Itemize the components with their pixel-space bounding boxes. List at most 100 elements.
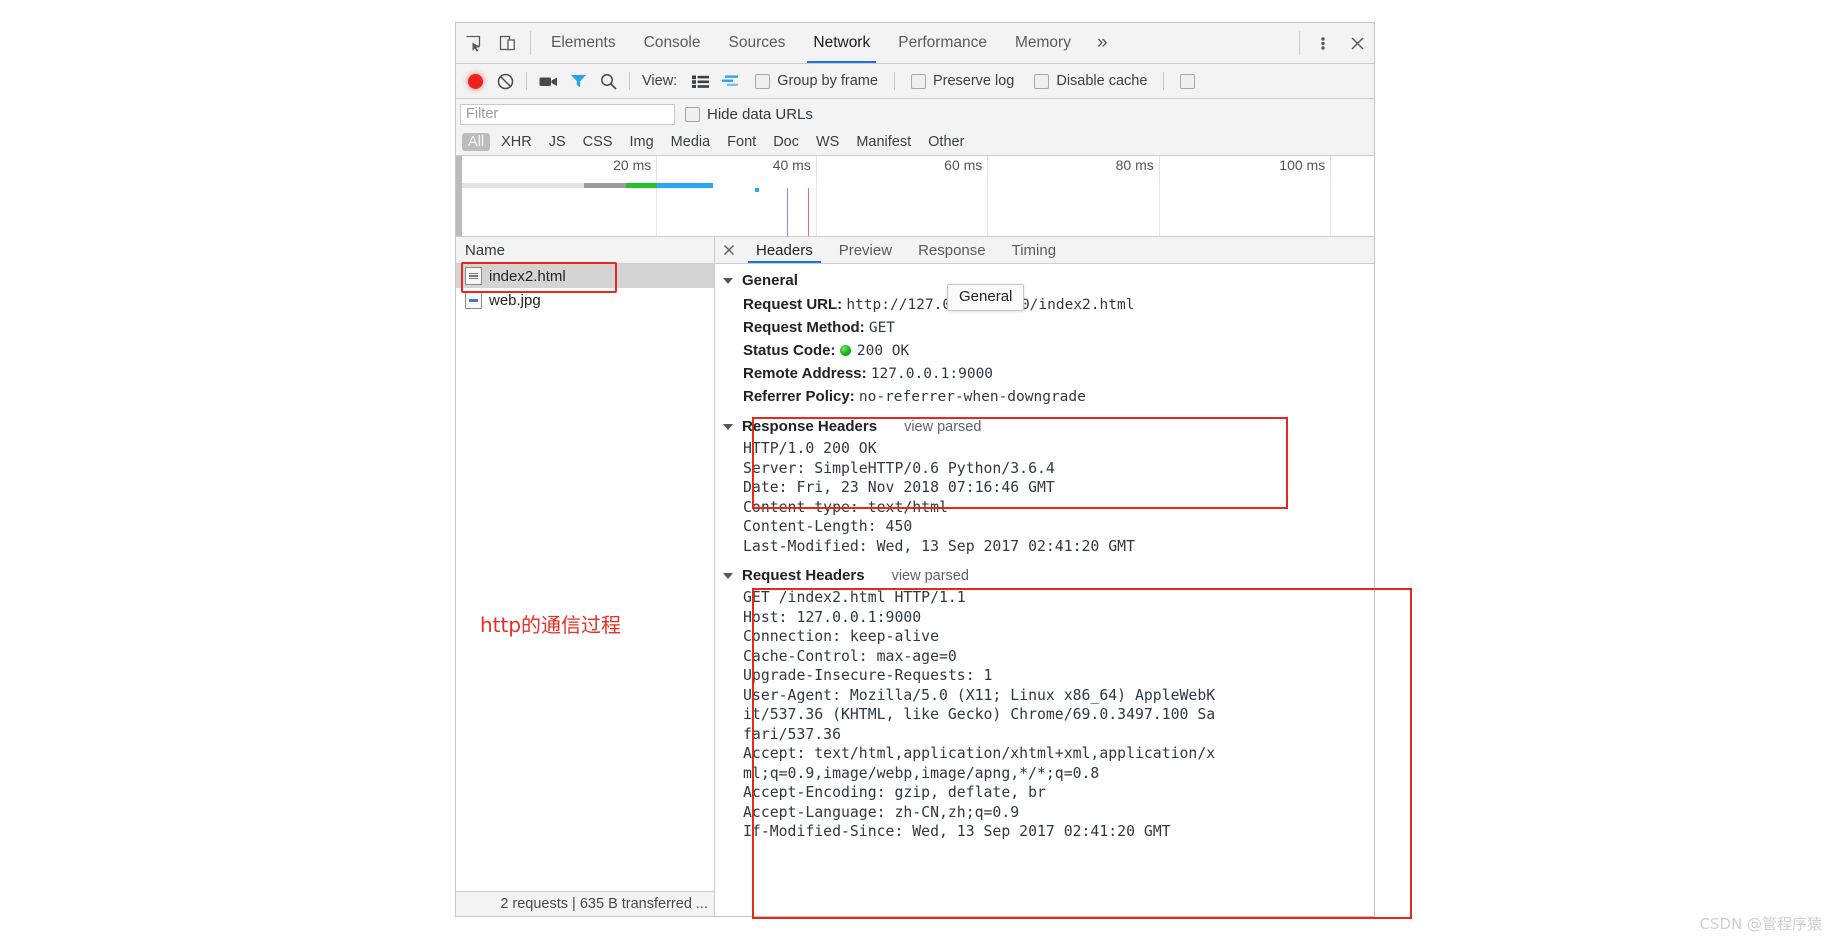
- type-filter-font[interactable]: Font: [721, 133, 762, 151]
- screenshot-root: Elements Console Sources Network Perform…: [0, 0, 1836, 942]
- overview-tick-label: 40 ms: [772, 157, 811, 173]
- request-header-line: Accept-Language: zh-CN,zh;q=0.9: [743, 803, 1020, 821]
- group-by-frame-control[interactable]: Group by frame: [755, 73, 878, 89]
- request-header-line: Upgrade-Insecure-Requests: 1: [743, 667, 993, 684]
- overview-domcontentloaded-line: [786, 188, 789, 236]
- preserve-log-label: Preserve log: [932, 73, 1015, 89]
- clear-icon[interactable]: [490, 66, 520, 96]
- network-toolbar: View: Group by frame Preserve log Disabl…: [456, 64, 1374, 99]
- search-icon[interactable]: [593, 66, 623, 96]
- toolbar-divider-1: [526, 72, 527, 90]
- general-row-request-method: Request Method: GET: [715, 316, 1374, 339]
- caret-down-icon: [723, 277, 733, 284]
- section-title: General: [742, 272, 798, 289]
- kv-key: Status Code:: [743, 341, 836, 359]
- csdn-watermark: CSDN @管程序猿: [1699, 915, 1822, 933]
- network-split: Name index2.html web.jpg http的通信过程 2 req…: [456, 237, 1374, 916]
- detail-tab-label: Response: [918, 241, 986, 259]
- checkbox-icon[interactable]: [1180, 73, 1196, 89]
- preserve-log-control[interactable]: Preserve log: [910, 73, 1015, 89]
- tab-console[interactable]: Console: [630, 23, 715, 63]
- kv-value: GET: [868, 319, 896, 336]
- toolbar-divider-2: [629, 72, 630, 90]
- request-header-line: User-Agent: Mozilla/5.0 (X11; Linux x86_…: [743, 686, 1216, 704]
- section-general-header[interactable]: General: [715, 268, 1374, 293]
- type-filter-all[interactable]: All: [462, 133, 491, 151]
- more-tabs-button[interactable]: »: [1085, 23, 1120, 63]
- overview-gridlines: [462, 178, 1374, 236]
- disable-cache-checkbox[interactable]: [1034, 73, 1050, 89]
- type-filter-doc[interactable]: Doc: [767, 133, 805, 151]
- type-filter-img[interactable]: Img: [624, 133, 660, 151]
- disable-cache-label: Disable cache: [1056, 73, 1148, 89]
- type-filter-ws[interactable]: WS: [810, 133, 845, 151]
- status-summary: 2 requests | 635 B transferred ...: [500, 896, 708, 912]
- request-list-pane: Name index2.html web.jpg http的通信过程 2 req…: [456, 237, 715, 916]
- tab-response[interactable]: Response: [905, 237, 999, 263]
- tab-preview[interactable]: Preview: [826, 237, 905, 263]
- toolbar-divider-3: [893, 72, 895, 90]
- view-label: View:: [642, 73, 678, 89]
- panel-tabs: Elements Console Sources Network Perform…: [537, 23, 1293, 63]
- disable-cache-control[interactable]: Disable cache: [1034, 73, 1147, 89]
- group-by-frame-checkbox[interactable]: [755, 73, 771, 89]
- inspect-element-icon[interactable]: [456, 23, 490, 63]
- overview-tick-label: 100 ms: [1279, 157, 1326, 173]
- kv-value: no-referrer-when-downgrade: [858, 388, 1086, 405]
- overview-event-dot: [754, 188, 759, 192]
- request-row-web-jpg[interactable]: web.jpg: [456, 288, 714, 312]
- list-view-icon[interactable]: [685, 66, 715, 96]
- type-filter-xhr[interactable]: XHR: [495, 133, 538, 151]
- tab-network[interactable]: Network: [799, 23, 884, 63]
- network-overview-timeline[interactable]: 20 ms 40 ms 60 ms 80 ms 100 ms: [456, 156, 1374, 237]
- kebab-menu-icon[interactable]: [1306, 23, 1340, 63]
- type-filter-media[interactable]: Media: [665, 133, 717, 151]
- kv-key: Request Method:: [743, 318, 865, 336]
- camera-icon[interactable]: [533, 66, 563, 96]
- kv-key: Remote Address:: [743, 364, 867, 382]
- waterfall-view-icon[interactable]: [715, 66, 745, 96]
- preserve-log-checkbox[interactable]: [910, 73, 926, 89]
- hide-data-urls-checkbox[interactable]: [685, 106, 700, 122]
- type-filter-manifest[interactable]: Manifest: [850, 133, 917, 151]
- type-filter-css[interactable]: CSS: [577, 133, 619, 151]
- kv-value: 200 OK: [856, 342, 910, 359]
- kv-key: Referrer Policy:: [743, 387, 855, 405]
- section-response-headers-header[interactable]: Response Headers view parsed: [715, 414, 1374, 439]
- type-filter-other[interactable]: Other: [922, 133, 970, 151]
- close-icon[interactable]: [1340, 23, 1374, 63]
- filter-bar: Hide data URLs: [456, 99, 1374, 129]
- filter-funnel-icon[interactable]: [563, 66, 593, 96]
- response-header-line: Content-Length: 450: [743, 518, 913, 535]
- section-request-headers-header[interactable]: Request Headers view parsed: [715, 563, 1374, 588]
- overview-tick-labels: 20 ms 40 ms 60 ms 80 ms 100 ms: [462, 156, 1374, 178]
- group-by-frame-label: Group by frame: [777, 73, 878, 89]
- tab-elements[interactable]: Elements: [537, 23, 630, 63]
- tab-memory[interactable]: Memory: [1001, 23, 1085, 63]
- tab-performance[interactable]: Performance: [884, 23, 1001, 63]
- tab-headers[interactable]: Headers: [743, 237, 826, 263]
- close-icon[interactable]: [715, 237, 743, 263]
- offline-control[interactable]: [1180, 73, 1196, 89]
- response-header-line: HTTP/1.0 200 OK: [743, 440, 877, 457]
- resource-type-filters: All XHR JS CSS Img Media Font Doc WS Man…: [456, 129, 1374, 156]
- tab-timing[interactable]: Timing: [999, 237, 1069, 263]
- search-input[interactable]: [460, 103, 675, 125]
- detail-tab-label: Headers: [756, 241, 813, 259]
- request-list: index2.html web.jpg http的通信过程: [456, 262, 714, 891]
- view-parsed-link-response[interactable]: view parsed: [904, 419, 981, 435]
- kv-value: 127.0.0.1:9000: [870, 365, 994, 382]
- hide-data-urls-control[interactable]: Hide data URLs: [685, 106, 813, 123]
- request-row-index2[interactable]: index2.html: [456, 264, 714, 288]
- overview-load-line: [807, 188, 810, 236]
- tab-label: Console: [643, 34, 701, 51]
- type-filter-js[interactable]: JS: [543, 133, 572, 151]
- tab-sources[interactable]: Sources: [715, 23, 800, 63]
- column-header-name: Name: [465, 241, 506, 259]
- tab-label: Memory: [1014, 34, 1071, 51]
- request-header-line: Cache-Control: max-age=0: [743, 647, 957, 665]
- view-parsed-link-request[interactable]: view parsed: [892, 568, 969, 584]
- request-header-line: ml;q=0.9,image/webp,image/apng,*/*;q=0.8: [743, 764, 1100, 782]
- toggle-device-toolbar-icon[interactable]: [490, 23, 524, 63]
- record-icon[interactable]: [460, 66, 490, 96]
